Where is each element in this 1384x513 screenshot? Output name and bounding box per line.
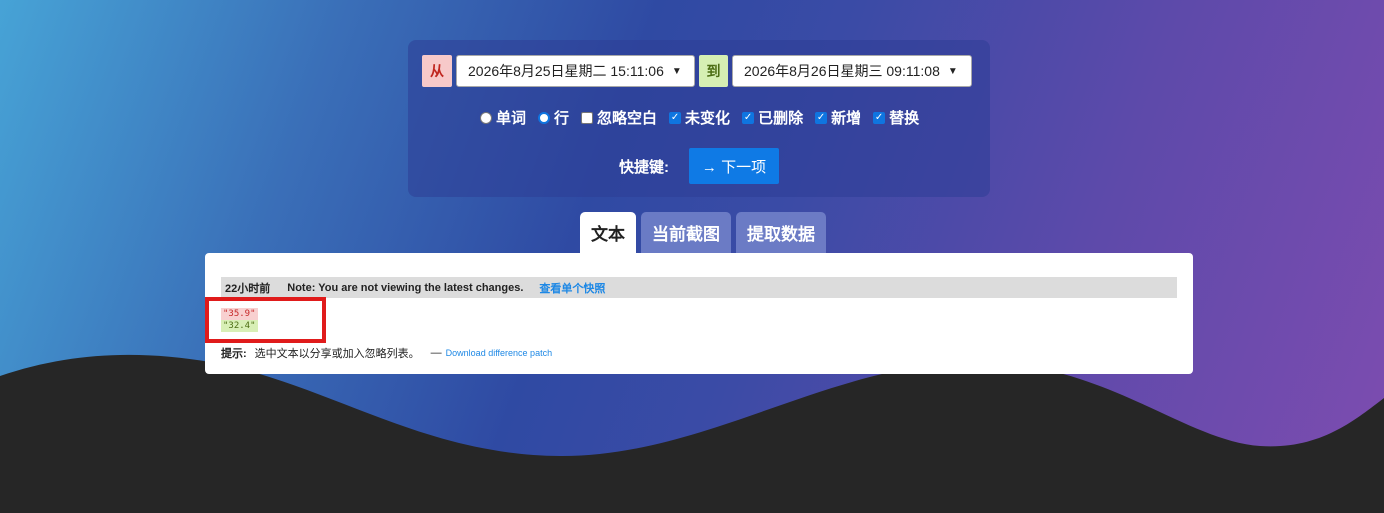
not-latest-note: Note: You are not viewing the latest cha… <box>287 281 524 294</box>
next-change-button[interactable]: → 下一项 <box>689 148 779 184</box>
option-word-radio[interactable]: 单词 <box>480 107 526 128</box>
option-ignore-whitespace-checkbox[interactable]: 忽略空白 <box>581 107 657 128</box>
tab-current-screenshot[interactable]: 当前截图 <box>641 212 731 253</box>
radio-selected-icon[interactable] <box>538 111 551 124</box>
option-removed-checkbox[interactable]: ✓ 已删除 <box>742 107 803 128</box>
version-range-row: 从 2026年8月25日星期二 15:11:06 ▼ 到 2026年8月26日星… <box>422 55 976 87</box>
hint-label: 提示: <box>221 348 247 360</box>
option-replaced-checkbox[interactable]: ✓ 替换 <box>873 107 919 128</box>
checkmark-icon[interactable]: ✓ <box>815 111 828 124</box>
checkbox-icon[interactable] <box>581 111 594 124</box>
option-label: 单词 <box>496 110 527 127</box>
option-label: 未变化 <box>685 110 731 127</box>
from-label: 从 <box>422 55 452 87</box>
shortcut-row: 快捷键: → 下一项 <box>619 148 779 184</box>
from-version-value: 2026年8月25日星期二 15:11:06 <box>468 63 664 79</box>
to-label: 到 <box>699 55 728 87</box>
view-single-snapshot-link[interactable]: 查看单个快照 <box>539 280 605 296</box>
option-label: 行 <box>554 110 570 127</box>
to-version-select[interactable]: 2026年8月26日星期三 09:11:08 ▼ <box>732 55 972 87</box>
from-version-select[interactable]: 2026年8月25日星期二 15:11:06 ▼ <box>456 55 695 87</box>
diff-info-bar: 22小时前 Note: You are not viewing the late… <box>221 277 1177 298</box>
separator-dash: — <box>430 347 442 359</box>
tab-text[interactable]: 文本 <box>580 212 636 253</box>
download-patch-link[interactable]: Download difference patch <box>446 348 552 358</box>
hint-row: 提示: 选中文本以分享或加入忽略列表。 — Download differenc… <box>221 345 552 361</box>
option-label: 新增 <box>831 110 862 127</box>
view-tabs: 文本 当前截图 提取数据 <box>580 212 831 253</box>
option-label: 忽略空白 <box>597 110 658 127</box>
chevron-down-icon: ▼ <box>671 65 682 77</box>
checkmark-icon[interactable]: ✓ <box>873 111 886 124</box>
option-unchanged-checkbox[interactable]: ✓ 未变化 <box>669 107 730 128</box>
option-label: 替换 <box>889 110 920 127</box>
diff-card: 22小时前 Note: You are not viewing the late… <box>205 253 1193 374</box>
highlight-box <box>205 297 326 343</box>
to-version-value: 2026年8月26日星期三 09:11:08 <box>744 63 940 79</box>
time-ago: 22小时前 <box>225 282 271 295</box>
tab-extract-data[interactable]: 提取数据 <box>736 212 826 253</box>
shortcut-label: 快捷键: <box>619 158 669 176</box>
option-line-radio[interactable]: 行 <box>538 107 569 128</box>
radio-icon[interactable] <box>480 111 492 124</box>
option-label: 已删除 <box>758 110 804 127</box>
compare-controls-panel: 从 2026年8月25日星期二 15:11:06 ▼ 到 2026年8月26日星… <box>408 40 990 197</box>
checkmark-icon[interactable]: ✓ <box>669 111 682 124</box>
diff-options-row: 单词 行 忽略空白 ✓ 未变化 ✓ 已删除 ✓ 新增 ✓ 替换 <box>480 107 931 128</box>
chevron-down-icon: ▼ <box>947 65 958 77</box>
option-added-checkbox[interactable]: ✓ 新增 <box>815 107 861 128</box>
hint-text: 选中文本以分享或加入忽略列表。 <box>254 348 420 360</box>
checkmark-icon[interactable]: ✓ <box>742 111 755 124</box>
